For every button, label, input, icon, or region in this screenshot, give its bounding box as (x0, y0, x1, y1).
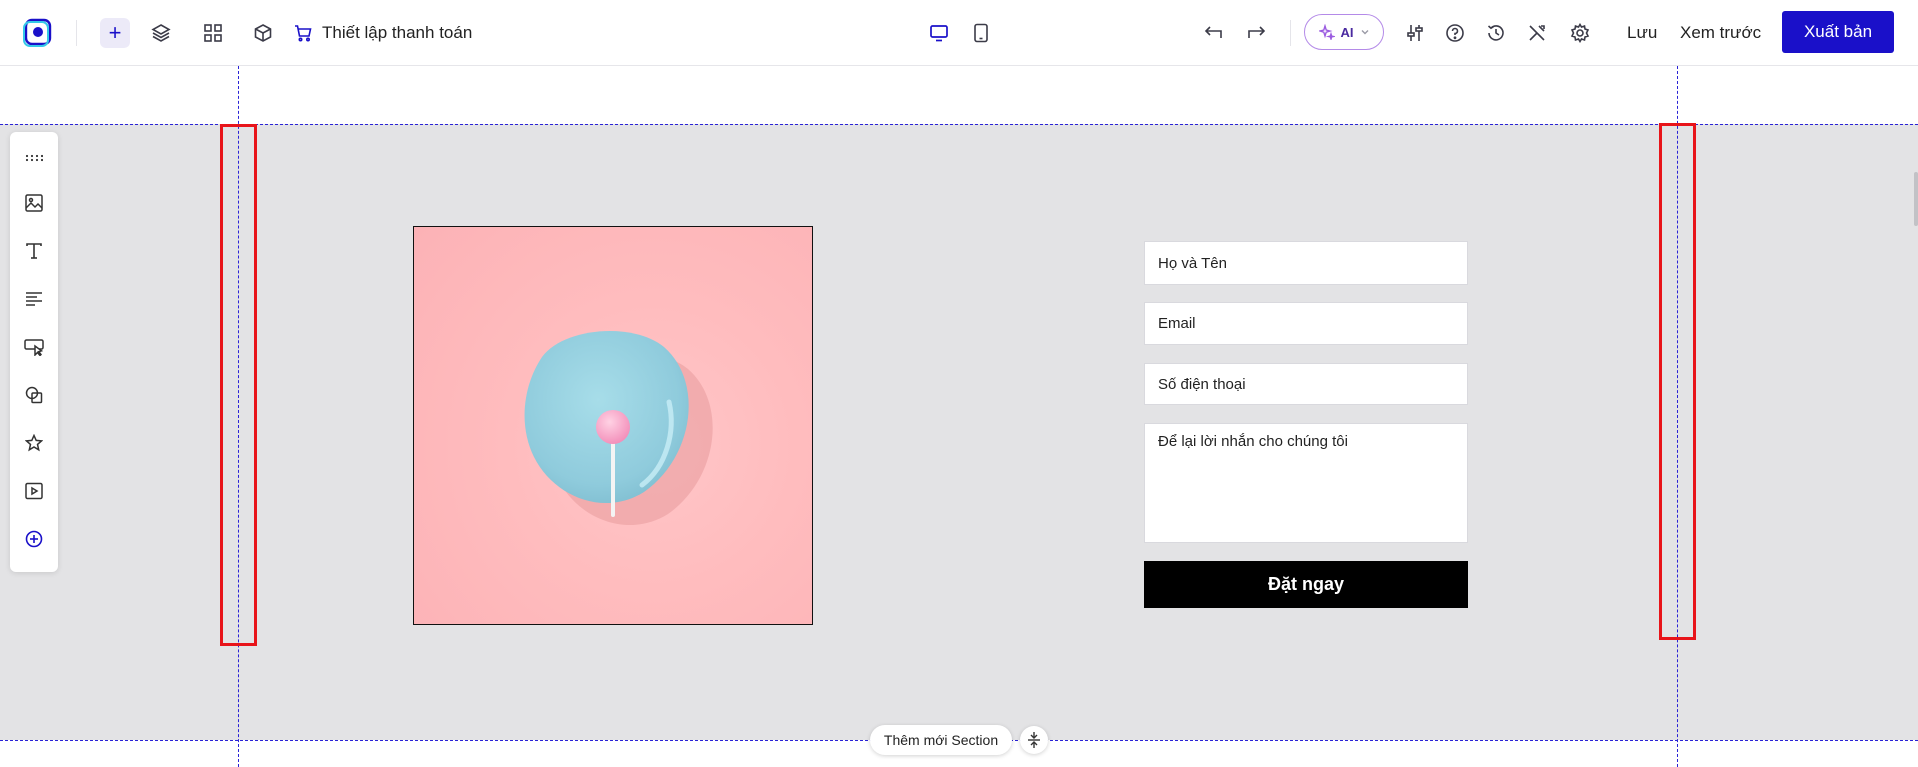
box-icon (254, 24, 272, 42)
add-button[interactable]: + (100, 18, 130, 48)
page-builder-app: + Thiết lập thanh toán AI Lưu Xem trước … (0, 0, 1918, 767)
toolbar-divider (1290, 20, 1291, 46)
redo-icon (1248, 26, 1266, 38)
redo-button[interactable] (1244, 20, 1270, 46)
ai-label: AI (1340, 24, 1354, 40)
history-button[interactable] (1483, 20, 1509, 46)
image-icon[interactable] (22, 191, 46, 215)
grid-icon (204, 24, 222, 42)
star-icon[interactable] (22, 431, 46, 455)
page-section[interactable] (0, 124, 1918, 740)
save-button[interactable]: Lưu (1627, 20, 1657, 46)
chevron-down-icon (1361, 30, 1368, 35)
grid-button[interactable] (200, 20, 226, 46)
lollipop-plate-image[interactable] (413, 226, 813, 625)
layers-button[interactable] (148, 20, 174, 46)
phone-field[interactable]: Số điện thoại (1144, 363, 1468, 405)
publish-button[interactable]: Xuất bản (1782, 11, 1894, 53)
email-field[interactable]: Email (1144, 302, 1468, 345)
top-toolbar: + Thiết lập thanh toán AI Lưu Xem trước … (0, 0, 1918, 66)
shapes-icon[interactable] (22, 383, 46, 407)
video-icon[interactable] (22, 479, 46, 503)
desktop-icon (930, 25, 948, 42)
help-icon (1446, 24, 1464, 42)
checkout-setup-label: Thiết lập thanh toán (322, 23, 473, 42)
sliders-icon (1407, 25, 1423, 41)
preview-button[interactable]: Xem trước (1680, 20, 1761, 46)
vertical-scrollbar[interactable] (1914, 172, 1918, 226)
order-now-button[interactable]: Đặt ngay (1144, 561, 1468, 608)
help-button[interactable] (1442, 20, 1468, 46)
undo-icon (1204, 26, 1222, 38)
section-top-guide (0, 124, 1918, 125)
tablet-icon (974, 23, 988, 43)
settings-button[interactable] (1567, 20, 1593, 46)
tablet-view-button[interactable] (968, 20, 994, 46)
drag-handle-icon[interactable] (22, 146, 46, 170)
desktop-view-button[interactable] (926, 20, 952, 46)
right-margin-highlight (1659, 123, 1696, 640)
add-section-button[interactable]: Thêm mới Section (870, 725, 1012, 755)
message-textarea[interactable]: Để lại lời nhắn cho chúng tôi (1144, 423, 1468, 543)
app-logo-icon[interactable] (22, 16, 54, 48)
paragraph-icon[interactable] (22, 287, 46, 311)
undo-button[interactable] (1200, 20, 1226, 46)
plus-icon: + (108, 20, 122, 45)
layers-icon (151, 24, 171, 42)
tools-icon (1529, 25, 1545, 41)
sparkle-icon (1318, 24, 1335, 40)
tools-button[interactable] (1524, 20, 1550, 46)
left-margin-highlight (220, 124, 257, 646)
name-field[interactable]: Họ và Tên (1144, 241, 1468, 285)
history-icon (1487, 25, 1504, 41)
toolbar-divider (76, 20, 77, 46)
text-icon[interactable] (22, 239, 46, 263)
gear-icon (1570, 23, 1590, 43)
checkout-setup-button[interactable]: Thiết lập thanh toán (294, 20, 472, 46)
element-panel (10, 132, 58, 572)
cart-icon (295, 25, 312, 42)
package-button[interactable] (250, 20, 276, 46)
vertical-resize-icon (1028, 732, 1040, 748)
lollipop-illustration (524, 330, 713, 526)
add-element-icon[interactable] (22, 527, 46, 551)
ai-assistant-button[interactable]: AI (1304, 14, 1384, 50)
resize-section-button[interactable] (1020, 726, 1048, 754)
adjust-settings-button[interactable] (1402, 20, 1428, 46)
button-element-icon[interactable] (22, 335, 46, 359)
